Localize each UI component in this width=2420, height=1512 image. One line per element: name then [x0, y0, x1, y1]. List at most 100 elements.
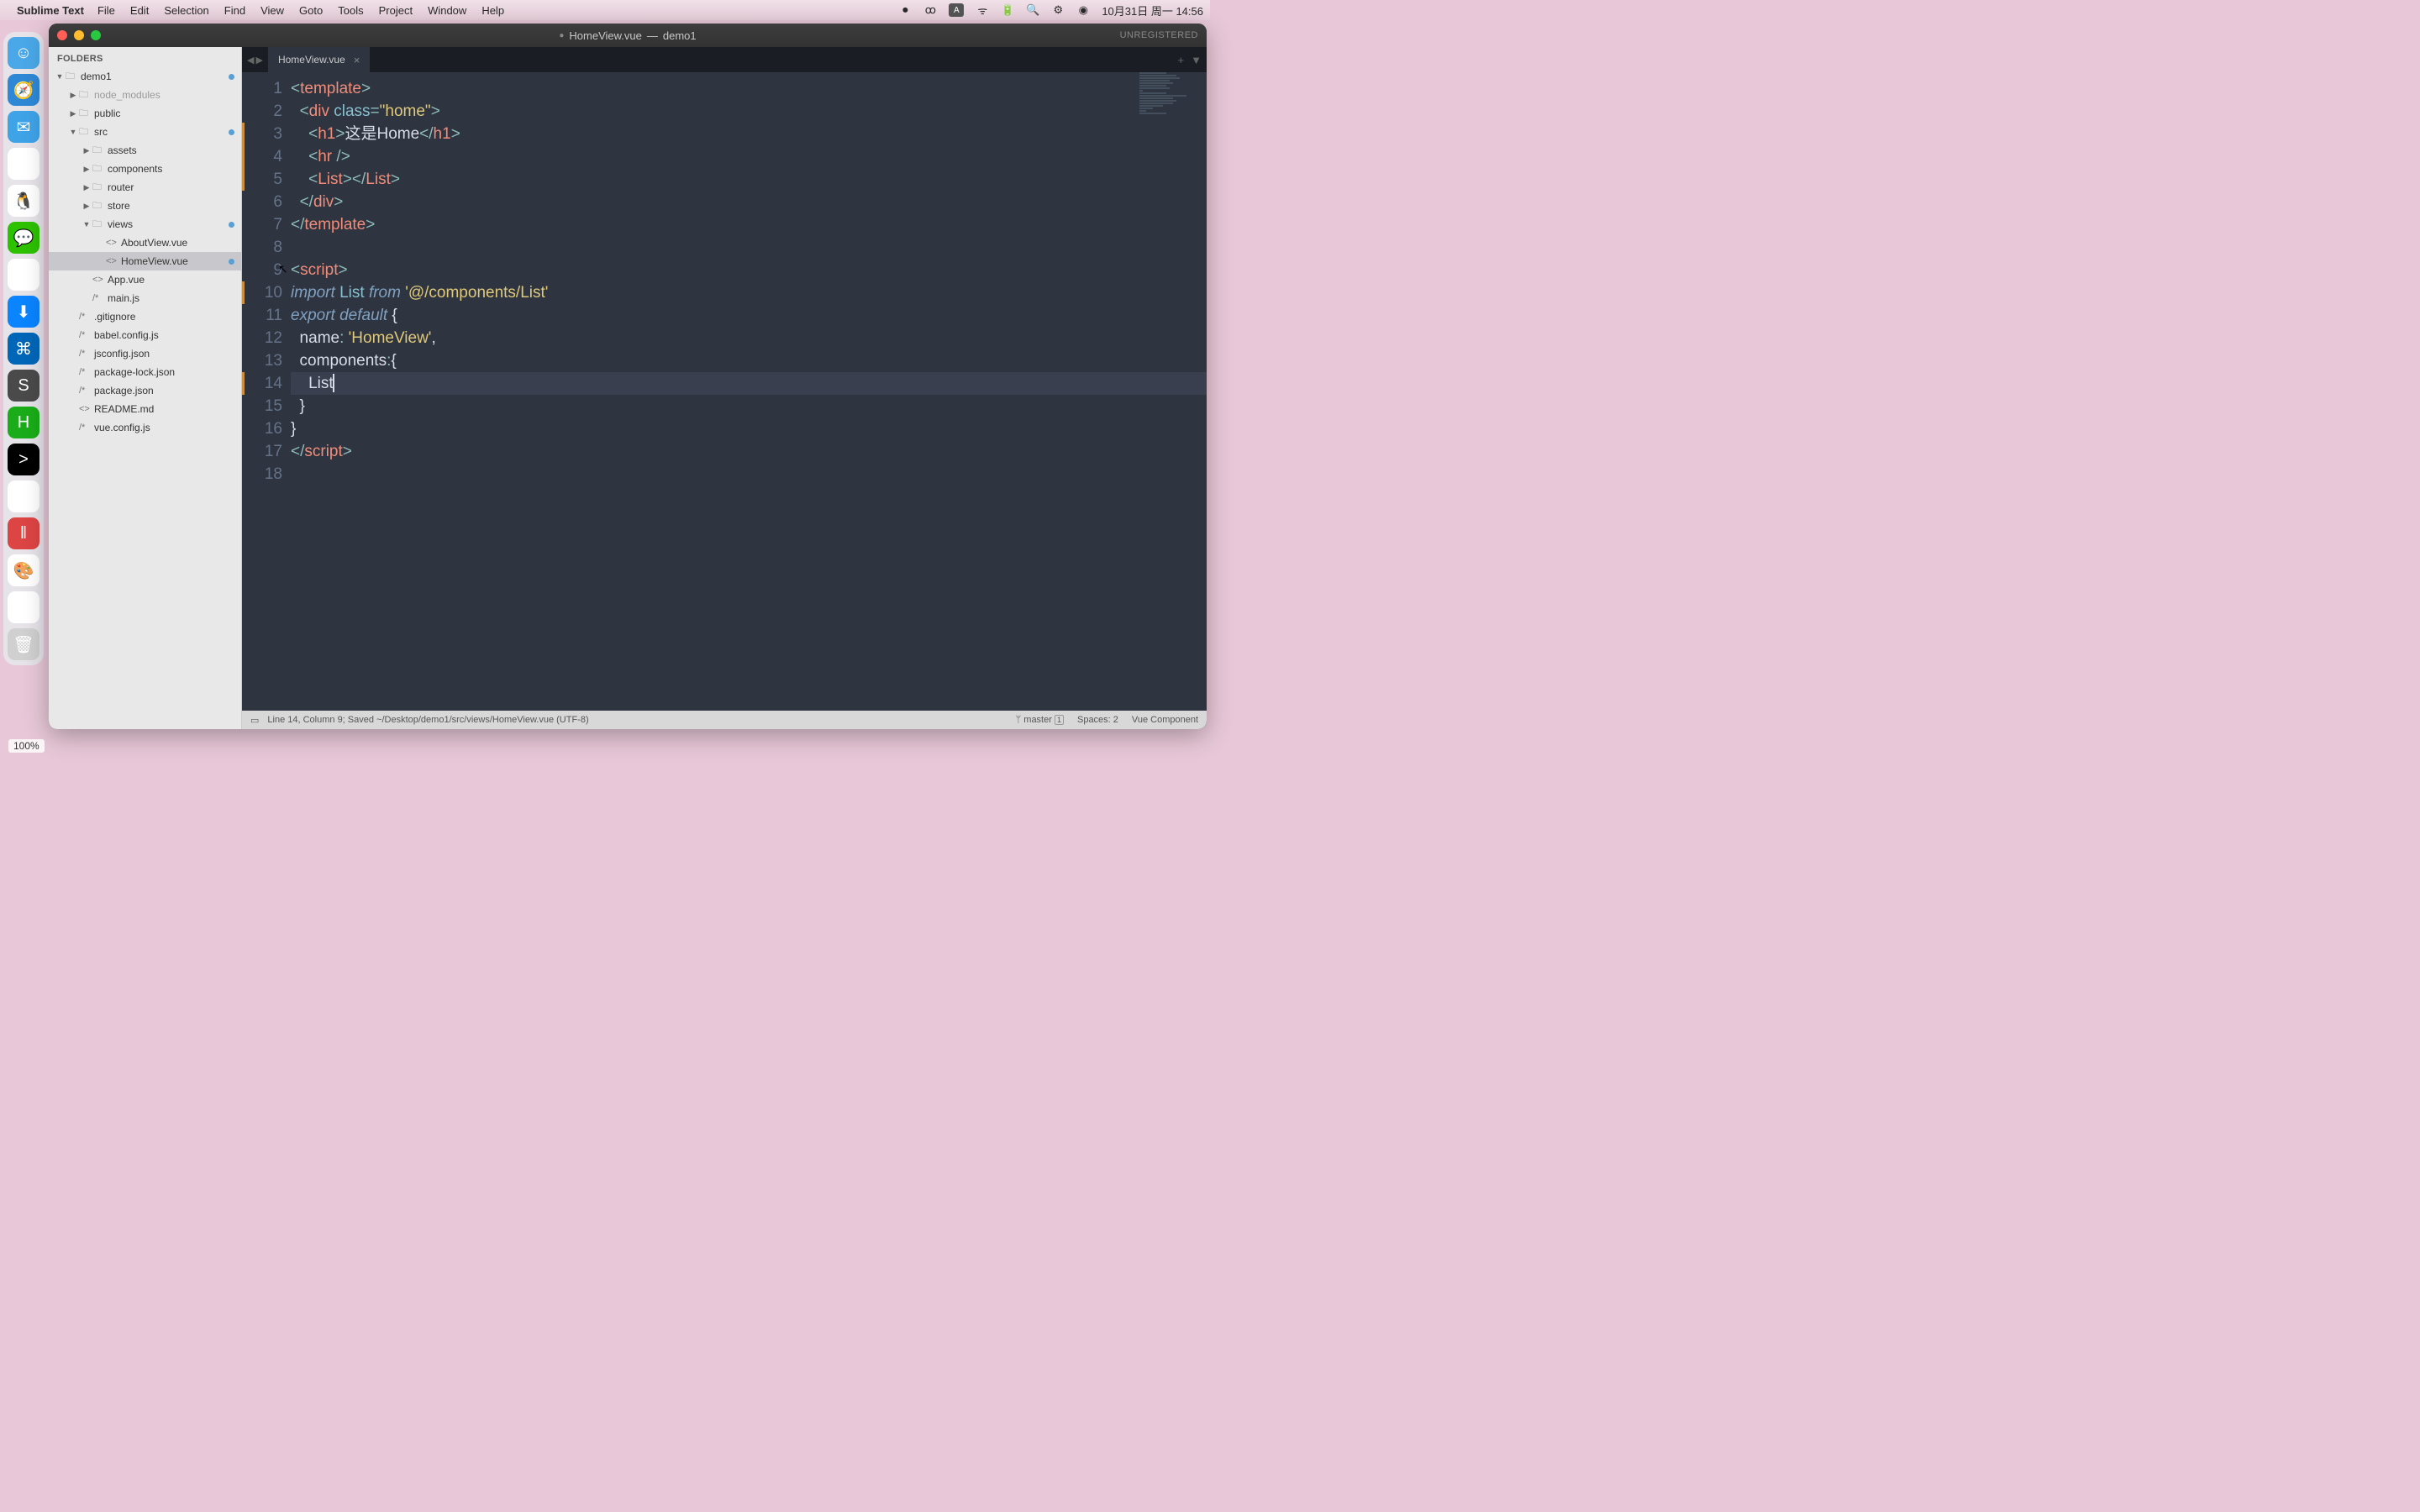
disclosure-arrow-icon[interactable]: ▼ — [69, 124, 77, 139]
window-titlebar[interactable]: ● HomeView.vue — demo1 UNREGISTERED — [49, 24, 1207, 47]
dock-item-mail[interactable]: ✉ — [8, 111, 39, 143]
line-number[interactable]: 4 — [245, 145, 282, 168]
code-line[interactable]: </template> — [291, 213, 1207, 236]
code-line[interactable]: <script> — [291, 259, 1207, 281]
menu-help[interactable]: Help — [481, 4, 504, 17]
line-number[interactable]: 16 — [245, 417, 282, 440]
dock-item-preview[interactable]: 🖼 — [8, 591, 39, 623]
tree-item-src[interactable]: ▼🗀src — [49, 123, 241, 141]
line-number[interactable]: 13 — [245, 349, 282, 372]
dock-item-safari[interactable]: 🧭 — [8, 74, 39, 106]
window-close-button[interactable] — [57, 30, 67, 40]
menu-edit[interactable]: Edit — [130, 4, 149, 17]
wifi-icon[interactable]: ᯤ — [976, 3, 989, 17]
menu-goto[interactable]: Goto — [299, 4, 323, 17]
dock-item-chrome[interactable]: ◎ — [8, 148, 39, 180]
code-line[interactable] — [291, 463, 1207, 486]
line-number[interactable]: 7 — [245, 213, 282, 236]
disclosure-arrow-icon[interactable]: ▶ — [82, 161, 91, 176]
line-number[interactable]: 3 — [245, 123, 282, 145]
tree-item-package-json[interactable]: /*package.json — [49, 381, 241, 400]
nav-back-icon[interactable]: ◀ — [247, 55, 254, 66]
dock-item-terminal[interactable]: > — [8, 444, 39, 475]
tree-item-vue-config-js[interactable]: /*vue.config.js — [49, 418, 241, 437]
line-number[interactable]: 12 — [245, 327, 282, 349]
menu-window[interactable]: Window — [428, 4, 466, 17]
nav-forward-icon[interactable]: ▶ — [255, 55, 262, 66]
dock-item-parallels[interactable]: ‖ — [8, 517, 39, 549]
minimap[interactable] — [1139, 72, 1207, 190]
dock-item-thunder[interactable]: ⬇ — [8, 296, 39, 328]
code-line[interactable]: export default { — [291, 304, 1207, 327]
tree-item-babel-config-js[interactable]: /*babel.config.js — [49, 326, 241, 344]
dock-item-qq[interactable]: 🐧 — [8, 185, 39, 217]
git-branch[interactable]: ᛘ master 1 — [1016, 715, 1064, 725]
tree-item-node-modules[interactable]: ▶🗀node_modules — [49, 86, 241, 104]
code-line[interactable]: import List from '@/components/List' — [291, 281, 1207, 304]
code-line[interactable]: </div> — [291, 191, 1207, 213]
code-line[interactable]: <List></List> — [291, 168, 1207, 191]
dock-item-sublime[interactable]: S — [8, 370, 39, 402]
line-number[interactable]: 2 — [245, 100, 282, 123]
line-number[interactable]: 11 — [245, 304, 282, 327]
tree-item--gitignore[interactable]: /*.gitignore — [49, 307, 241, 326]
record-icon[interactable]: ⏺ — [898, 3, 912, 17]
disclosure-arrow-icon[interactable]: ▶ — [82, 198, 91, 213]
line-number[interactable]: 5 — [245, 168, 282, 191]
tab-close-icon[interactable]: × — [354, 54, 360, 66]
tree-item-router[interactable]: ▶🗀router — [49, 178, 241, 197]
tree-item-package-lock-json[interactable]: /*package-lock.json — [49, 363, 241, 381]
tab-homeview[interactable]: HomeView.vue × — [268, 47, 371, 72]
control-center-icon[interactable]: ⚙ — [1051, 3, 1065, 17]
disclosure-arrow-icon[interactable]: ▶ — [82, 180, 91, 195]
tree-item-demo1[interactable]: ▼🗀demo1 — [49, 67, 241, 86]
disclosure-arrow-icon[interactable]: ▶ — [69, 106, 77, 121]
dock-item-palette[interactable]: 🎨 — [8, 554, 39, 586]
line-number[interactable]: 18 — [245, 463, 282, 486]
line-number[interactable]: 6 — [245, 191, 282, 213]
tree-item-views[interactable]: ▼🗀views — [49, 215, 241, 234]
code-line[interactable]: List — [291, 372, 1207, 395]
tree-item-store[interactable]: ▶🗀store — [49, 197, 241, 215]
tab-dropdown-icon[interactable]: ▼ — [1191, 54, 1202, 66]
tree-item-app-vue[interactable]: <>App.vue — [49, 270, 241, 289]
tree-item-main-js[interactable]: /*main.js — [49, 289, 241, 307]
spotlight-icon[interactable]: 🔍 — [1026, 3, 1039, 17]
code-line[interactable]: <template> — [291, 77, 1207, 100]
code-line[interactable]: <hr /> — [291, 145, 1207, 168]
panel-switcher-icon[interactable]: ▭ — [250, 715, 259, 726]
tree-item-components[interactable]: ▶🗀components — [49, 160, 241, 178]
siri-icon[interactable]: ◉ — [1076, 3, 1090, 17]
line-number[interactable]: 10 — [245, 281, 282, 304]
syntax-setting[interactable]: Vue Component — [1132, 715, 1198, 725]
disclosure-arrow-icon[interactable]: ▼ — [55, 69, 64, 84]
menu-view[interactable]: View — [260, 4, 284, 17]
menu-project[interactable]: Project — [379, 4, 413, 17]
tree-item-public[interactable]: ▶🗀public — [49, 104, 241, 123]
line-number[interactable]: 15 — [245, 395, 282, 417]
menu-file[interactable]: File — [97, 4, 115, 17]
menubar-datetime[interactable]: 10月31日 周一 14:56 — [1102, 3, 1203, 18]
dock-item-finder[interactable]: ☺ — [8, 37, 39, 69]
dock-item-typora[interactable]: T — [8, 480, 39, 512]
tree-item-readme-md[interactable]: <>README.md — [49, 400, 241, 418]
disclosure-arrow-icon[interactable]: ▶ — [82, 143, 91, 158]
line-number[interactable]: 17 — [245, 440, 282, 463]
indent-setting[interactable]: Spaces: 2 — [1077, 715, 1118, 725]
cloud-icon[interactable]: ꝏ — [923, 3, 937, 17]
code-line[interactable]: } — [291, 395, 1207, 417]
code-line[interactable]: </script> — [291, 440, 1207, 463]
menu-selection[interactable]: Selection — [164, 4, 208, 17]
battery-icon[interactable]: 🔋 — [1001, 3, 1014, 17]
tree-item-aboutview-vue[interactable]: <>AboutView.vue — [49, 234, 241, 252]
line-number[interactable]: 1 — [245, 77, 282, 100]
code-line[interactable]: name: 'HomeView', — [291, 327, 1207, 349]
line-number[interactable]: 14 — [245, 372, 282, 395]
line-number[interactable]: 8 — [245, 236, 282, 259]
dock-item-vscode[interactable]: ⌘ — [8, 333, 39, 365]
code-content[interactable]: <template> <div class="home"> <h1>这是Home… — [291, 72, 1207, 711]
dock-item-hbuilder[interactable]: H — [8, 407, 39, 438]
dock-item-trash[interactable]: 🗑 — [8, 628, 39, 660]
line-number[interactable]: 9 — [245, 259, 282, 281]
tree-item-jsconfig-json[interactable]: /*jsconfig.json — [49, 344, 241, 363]
